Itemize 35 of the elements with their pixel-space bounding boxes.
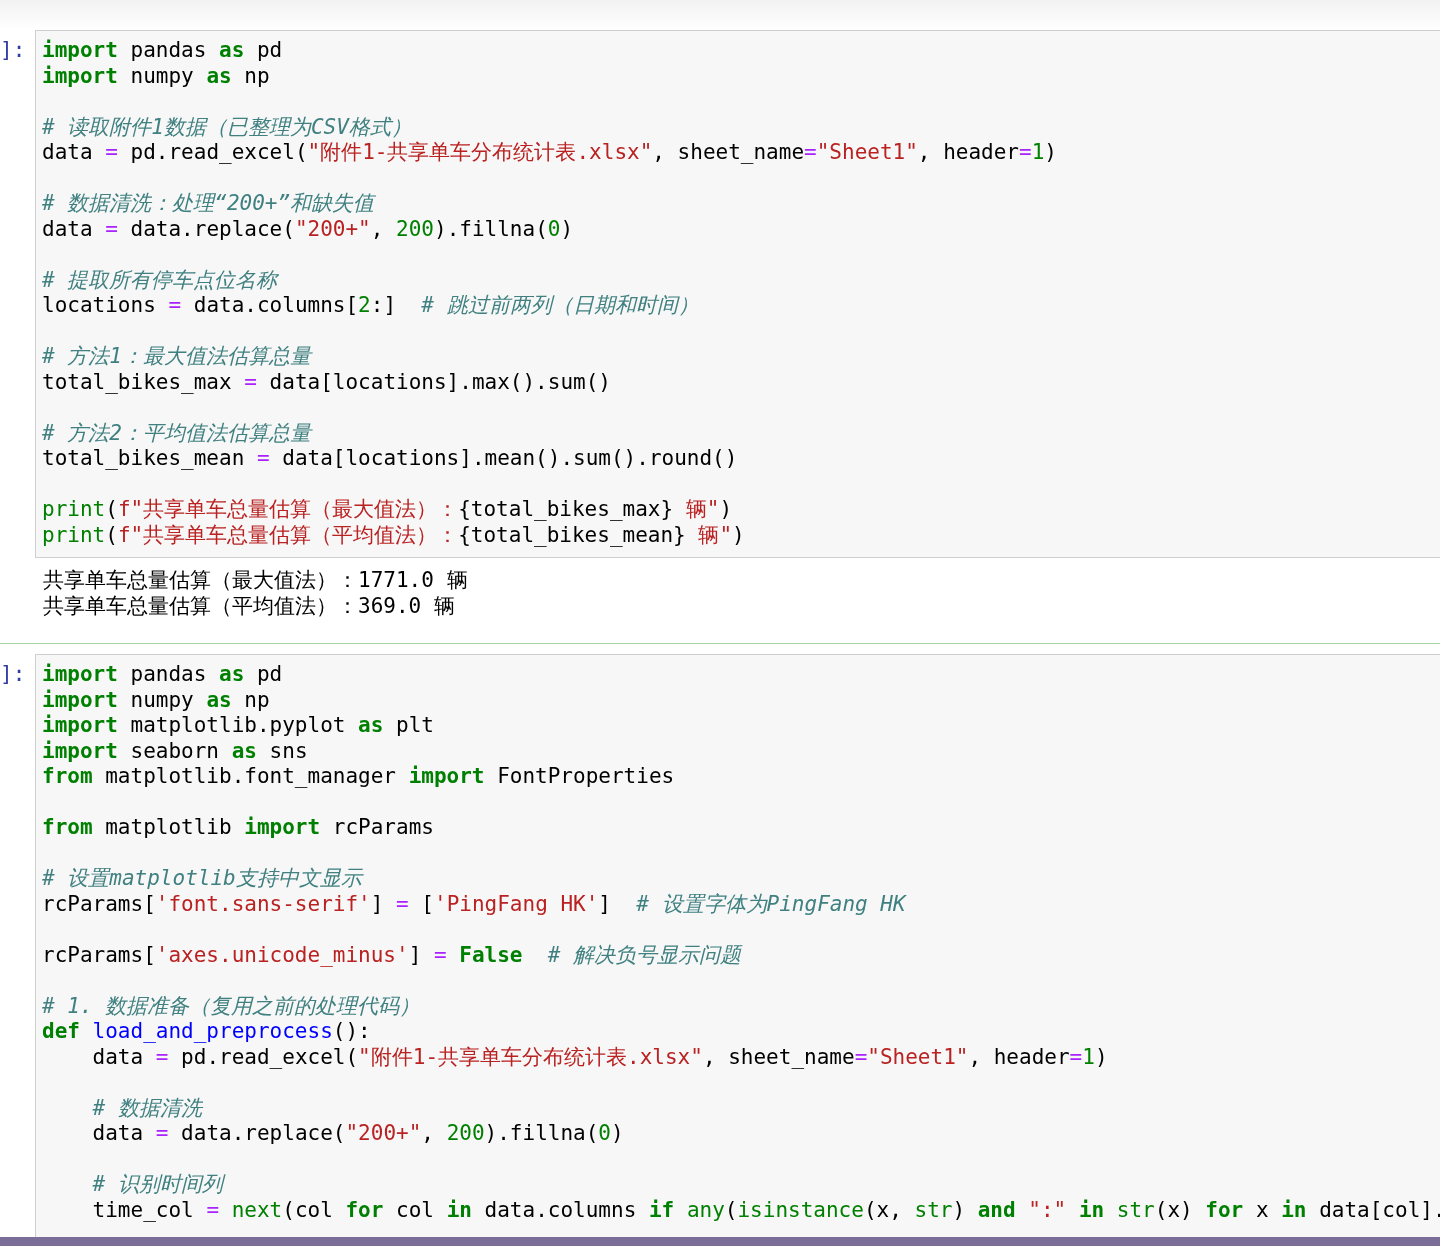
code-line: import matplotlib.pyplot as plt bbox=[42, 713, 434, 739]
cell-prompt: ]: bbox=[0, 661, 27, 688]
code-line: # 读取附件1数据（已整理为CSV格式） bbox=[42, 114, 412, 140]
code-line: # 1. 数据准备（复用之前的处理代码） bbox=[42, 993, 421, 1019]
code-line: def load_and_preprocess(): bbox=[42, 1019, 371, 1045]
cell-prompt: ]: bbox=[0, 37, 27, 64]
code-line: # 设置matplotlib支持中文显示 bbox=[42, 866, 362, 892]
code-line: # 方法2：平均值法估算总量 bbox=[42, 420, 311, 446]
code-line: # 数据清洗：处理“200+”和缺失值 bbox=[42, 191, 375, 217]
code-line: # 方法1：最大值法估算总量 bbox=[42, 344, 311, 370]
code-line: rcParams['axes.unicode_minus'] = False # 解决负号显示问题 bbox=[42, 942, 742, 968]
code-line: from matplotlib import rcParams bbox=[42, 815, 434, 841]
code-line: total_bikes_max = data[locations].max().sum() bbox=[42, 369, 611, 395]
code-line: # 提取所有停车点位名称 bbox=[42, 267, 278, 293]
code-line: import numpy as np bbox=[42, 687, 270, 713]
code-line: rcParams['font.sans-serif'] = ['PingFang HK'] # 设置字体为PingFang HK bbox=[42, 891, 906, 917]
code-line: from matplotlib.font_manager import FontProperties bbox=[42, 764, 675, 790]
code-line: data = pd.read_excel("附件1-共享单车分布统计表.xlsx", sheet_name="Sheet1", header=1) bbox=[91, 1044, 1108, 1070]
code-line: total_bikes_mean = data[locations].mean().sum().round() bbox=[42, 446, 738, 472]
code-line: data = data.replace("200+", 200).fillna(0) bbox=[91, 1121, 624, 1147]
code-line: locations = data.columns[2:] # 跳过前两列（日期和时间） bbox=[42, 293, 699, 319]
output-line: 共享单车总量估算（最大值法）：1771.0 辆 bbox=[43, 567, 468, 593]
code-line: print(f"共享单车总量估算（最大值法）：{total_bikes_max} 辆") bbox=[42, 497, 733, 523]
code-line: # 数据清洗 bbox=[91, 1095, 202, 1121]
code-cell[interactable] bbox=[35, 654, 1440, 1237]
code-line: import pandas as pd bbox=[42, 662, 283, 688]
code-line: import pandas as pd bbox=[42, 38, 283, 64]
code-line: time_col = next(col for col in data.columns if any(isinstance(x, str) and ":" in str(x) for x in data[col]. bbox=[91, 1197, 1440, 1223]
code-line: data = pd.read_excel("附件1-共享单车分布统计表.xlsx", sheet_name="Sheet1", header=1) bbox=[42, 140, 1057, 166]
code-line: print(f"共享单车总量估算（平均值法）：{total_bikes_mean} 辆") bbox=[42, 522, 745, 548]
code-cell[interactable] bbox=[35, 30, 1440, 558]
code-line: import seaborn as sns bbox=[42, 738, 308, 764]
code-line: data = data.replace("200+", 200).fillna(0) bbox=[42, 216, 574, 242]
output-line: 共享单车总量估算（平均值法）：369.0 辆 bbox=[43, 593, 455, 619]
code-line: import numpy as np bbox=[42, 63, 270, 89]
